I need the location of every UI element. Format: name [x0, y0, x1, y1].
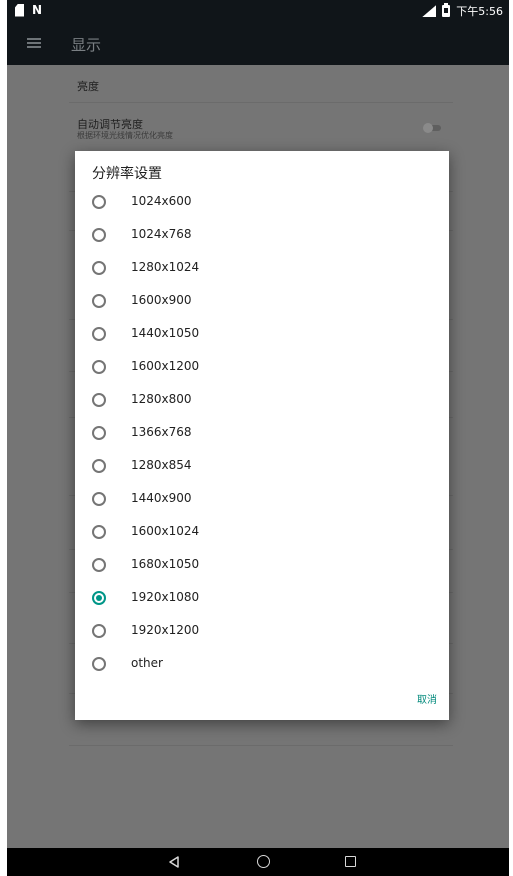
option-1366x768[interactable]: 1366x768 [75, 416, 449, 449]
option-1600x1200[interactable]: 1600x1200 [75, 350, 449, 383]
option-1920x1200[interactable]: 1920x1200 [75, 614, 449, 647]
option-label: other [131, 656, 163, 670]
option-label: 1600x1200 [131, 359, 200, 373]
radio-button[interactable] [92, 261, 106, 275]
radio-button[interactable] [92, 327, 106, 341]
settings-item-auto-brightness[interactable]: 自动调节亮度 根据环境光线情况优化亮度 [69, 103, 453, 153]
radio-button[interactable] [92, 558, 106, 572]
status-bar-right: 下午5:56 [422, 3, 503, 19]
recents-icon[interactable] [345, 856, 356, 867]
option-1280x800[interactable]: 1280x800 [75, 383, 449, 416]
hamburger-menu-icon[interactable] [27, 38, 41, 48]
radio-button[interactable] [92, 294, 106, 308]
page-title: 显示 [71, 36, 102, 54]
option-1600x900[interactable]: 1600x900 [75, 284, 449, 317]
option-other[interactable]: other [75, 647, 449, 680]
toggle-thumb [423, 123, 433, 133]
option-label: 1600x900 [131, 293, 192, 307]
option-label: 1680x1050 [131, 557, 200, 571]
option-1680x1050[interactable]: 1680x1050 [75, 548, 449, 581]
option-1024x768[interactable]: 1024x768 [75, 218, 449, 251]
app-bar: 显示 [7, 23, 509, 65]
auto-brightness-toggle[interactable] [423, 123, 443, 133]
option-label: 1024x768 [131, 227, 192, 241]
cancel-button[interactable]: 取消 [417, 691, 437, 706]
option-label: 1440x900 [131, 491, 192, 505]
device-frame: N 下午5:56 显示 亮度 自动调节亮度 根据环境光线情况优化亮度 分辨率设置… [0, 0, 513, 876]
option-1280x854[interactable]: 1280x854 [75, 449, 449, 482]
radio-button[interactable] [92, 360, 106, 374]
radio-button[interactable] [92, 525, 106, 539]
option-label: 1280x800 [131, 392, 192, 406]
radio-button[interactable] [92, 393, 106, 407]
status-bar-left: N [15, 3, 42, 17]
option-1440x900[interactable]: 1440x900 [75, 482, 449, 515]
radio-button[interactable] [92, 492, 106, 506]
option-label: 1024x600 [131, 194, 192, 208]
screen: N 下午5:56 显示 亮度 自动调节亮度 根据环境光线情况优化亮度 分辨率设置… [7, 0, 509, 876]
radio-button[interactable] [92, 228, 106, 242]
option-label: 1600x1024 [131, 524, 200, 538]
option-1280x1024[interactable]: 1280x1024 [75, 251, 449, 284]
option-label: 1280x1024 [131, 260, 200, 274]
status-time: 下午5:56 [456, 5, 503, 18]
dialog-title: 分辨率设置 [92, 166, 162, 182]
option-1600x1024[interactable]: 1600x1024 [75, 515, 449, 548]
resolution-dialog: 分辨率设置 1024x600 1024x768 1280x1024 1600x9… [75, 151, 449, 720]
radio-button[interactable] [92, 459, 106, 473]
option-label: 1440x1050 [131, 326, 200, 340]
settings-item-title: 亮度 [77, 80, 99, 93]
option-label: 1366x768 [131, 425, 192, 439]
option-1440x1050[interactable]: 1440x1050 [75, 317, 449, 350]
radio-button[interactable] [92, 624, 106, 638]
battery-icon [442, 3, 451, 17]
radio-button-selected[interactable] [92, 591, 106, 605]
divider [69, 745, 453, 746]
nfc-icon: N [32, 3, 43, 17]
navigation-bar [7, 848, 509, 876]
settings-item-subtitle: 根据环境光线情况优化亮度 [77, 131, 173, 140]
settings-item-brightness[interactable]: 亮度 [69, 65, 453, 103]
option-1024x600[interactable]: 1024x600 [75, 185, 449, 218]
option-label: 1920x1080 [131, 590, 200, 604]
signal-icon [422, 5, 437, 17]
radio-button[interactable] [92, 195, 106, 209]
option-label: 1280x854 [131, 458, 192, 472]
status-bar: N 下午5:56 [7, 0, 509, 23]
sim-card-icon [15, 3, 24, 17]
option-label: 1920x1200 [131, 623, 200, 637]
home-icon[interactable] [257, 855, 270, 868]
radio-button[interactable] [92, 426, 106, 440]
back-icon[interactable] [169, 856, 179, 868]
option-1920x1080[interactable]: 1920x1080 [75, 581, 449, 614]
radio-button[interactable] [92, 657, 106, 671]
